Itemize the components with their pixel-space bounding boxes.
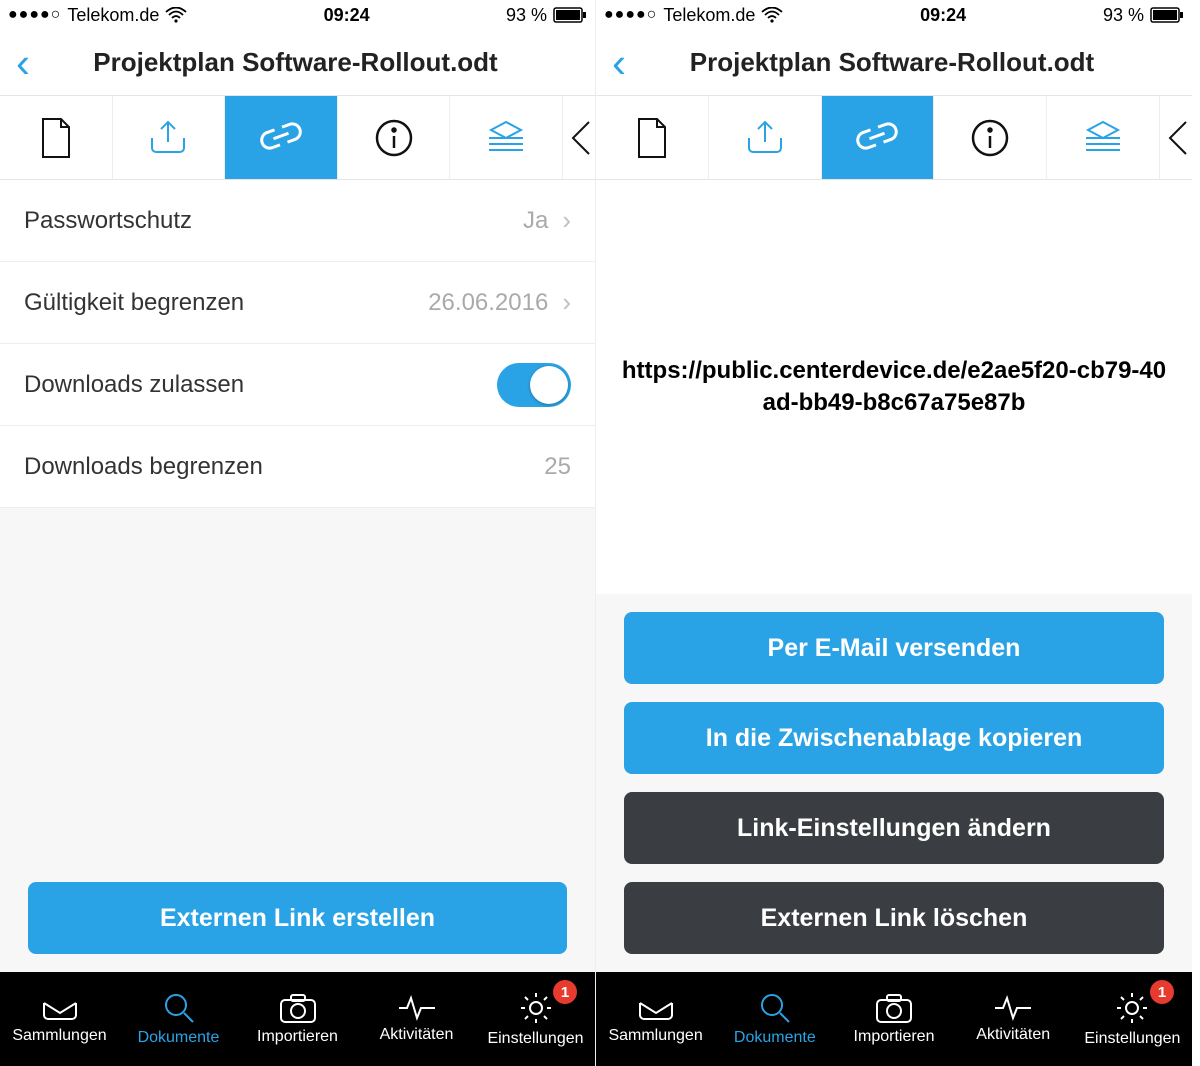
tab-overflow[interactable] <box>563 96 595 179</box>
tab-link[interactable] <box>225 96 338 179</box>
link-settings-button[interactable]: Link-Einstellungen ändern <box>624 792 1164 864</box>
email-button[interactable]: Per E-Mail versenden <box>624 612 1164 684</box>
tab-file[interactable] <box>596 96 709 179</box>
clock-label: 09:24 <box>920 5 966 26</box>
button-area: Externen Link erstellen <box>0 864 595 972</box>
row-label: Passwortschutz <box>24 207 192 235</box>
back-button[interactable]: ‹ <box>8 42 38 84</box>
clock-label: 09:24 <box>324 5 370 26</box>
battery-label: 93 % <box>506 5 547 26</box>
chevron-right-icon: › <box>562 287 571 318</box>
nav-header: ‹ Projektplan Software-Rollout.odt <box>0 30 595 96</box>
link-settings-list: Passwortschutz Ja › Gültigkeit begrenzen … <box>0 180 595 508</box>
tab-info[interactable] <box>338 96 451 179</box>
signal-dots-icon: ●●●●○ <box>8 6 61 24</box>
status-bar: ●●●●○ Telekom.de 09:24 93 % <box>0 0 595 30</box>
battery-icon <box>1150 7 1184 23</box>
spacer <box>0 508 595 864</box>
phone-left: ●●●●○ Telekom.de 09:24 93 % ‹ Projektpla… <box>0 0 596 1066</box>
bottom-tabbar: Sammlungen Dokumente Importieren Aktivit… <box>596 972 1192 1066</box>
public-link-text[interactable]: https://public.centerdevice.de/e2ae5f20-… <box>616 355 1172 420</box>
row-downloads-allow: Downloads zulassen <box>0 344 595 426</box>
tab-dokumente[interactable]: Dokumente <box>119 972 238 1066</box>
row-value: 25 <box>544 453 571 481</box>
bottom-tabbar: Sammlungen Dokumente Importieren Aktivit… <box>0 972 595 1066</box>
tab-stack[interactable] <box>450 96 563 179</box>
row-label: Downloads begrenzen <box>24 453 263 481</box>
row-password[interactable]: Passwortschutz Ja › <box>0 180 595 262</box>
tab-aktivitaeten[interactable]: Aktivitäten <box>357 972 476 1066</box>
row-value: 26.06.2016 <box>428 289 548 317</box>
page-title: Projektplan Software-Rollout.odt <box>634 47 1184 78</box>
back-button[interactable]: ‹ <box>604 42 634 84</box>
tab-dokumente[interactable]: Dokumente <box>715 972 834 1066</box>
row-label: Gültigkeit begrenzen <box>24 289 244 317</box>
battery-icon <box>553 7 587 23</box>
wifi-icon <box>165 7 187 23</box>
action-tabs <box>0 96 595 180</box>
button-area: Per E-Mail versenden In die Zwischenabla… <box>596 594 1192 972</box>
chevron-right-icon: › <box>562 205 571 236</box>
action-tabs <box>596 96 1192 180</box>
tab-share[interactable] <box>113 96 226 179</box>
page-title: Projektplan Software-Rollout.odt <box>38 47 587 78</box>
tab-link[interactable] <box>822 96 935 179</box>
tab-info[interactable] <box>934 96 1047 179</box>
delete-link-button[interactable]: Externen Link löschen <box>624 882 1164 954</box>
tab-einstellungen[interactable]: Einstellungen 1 <box>476 972 595 1066</box>
tab-file[interactable] <box>0 96 113 179</box>
battery-label: 93 % <box>1103 5 1144 26</box>
tab-sammlungen[interactable]: Sammlungen <box>0 972 119 1066</box>
carrier-label: Telekom.de <box>663 5 755 26</box>
toggle-downloads[interactable] <box>497 363 571 407</box>
phone-right: ●●●●○ Telekom.de 09:24 93 % ‹ Projektpla… <box>596 0 1192 1066</box>
tab-importieren[interactable]: Importieren <box>834 972 953 1066</box>
tab-overflow[interactable] <box>1160 96 1192 179</box>
wifi-icon <box>761 7 783 23</box>
tab-einstellungen[interactable]: Einstellungen 1 <box>1073 972 1192 1066</box>
nav-header: ‹ Projektplan Software-Rollout.odt <box>596 30 1192 96</box>
tab-aktivitaeten[interactable]: Aktivitäten <box>954 972 1073 1066</box>
carrier-label: Telekom.de <box>67 5 159 26</box>
tab-stack[interactable] <box>1047 96 1160 179</box>
row-validity[interactable]: Gültigkeit begrenzen 26.06.2016 › <box>0 262 595 344</box>
row-label: Downloads zulassen <box>24 371 244 399</box>
tab-importieren[interactable]: Importieren <box>238 972 357 1066</box>
signal-dots-icon: ●●●●○ <box>604 6 657 24</box>
link-display-area: https://public.centerdevice.de/e2ae5f20-… <box>596 180 1192 594</box>
notification-badge: 1 <box>553 980 577 1004</box>
tab-sammlungen[interactable]: Sammlungen <box>596 972 715 1066</box>
notification-badge: 1 <box>1150 980 1174 1004</box>
row-downloads-limit[interactable]: Downloads begrenzen 25 <box>0 426 595 508</box>
status-bar: ●●●●○ Telekom.de 09:24 93 % <box>596 0 1192 30</box>
row-value: Ja <box>523 207 548 235</box>
clipboard-button[interactable]: In die Zwischenablage kopieren <box>624 702 1164 774</box>
create-link-button[interactable]: Externen Link erstellen <box>28 882 567 954</box>
tab-share[interactable] <box>709 96 822 179</box>
